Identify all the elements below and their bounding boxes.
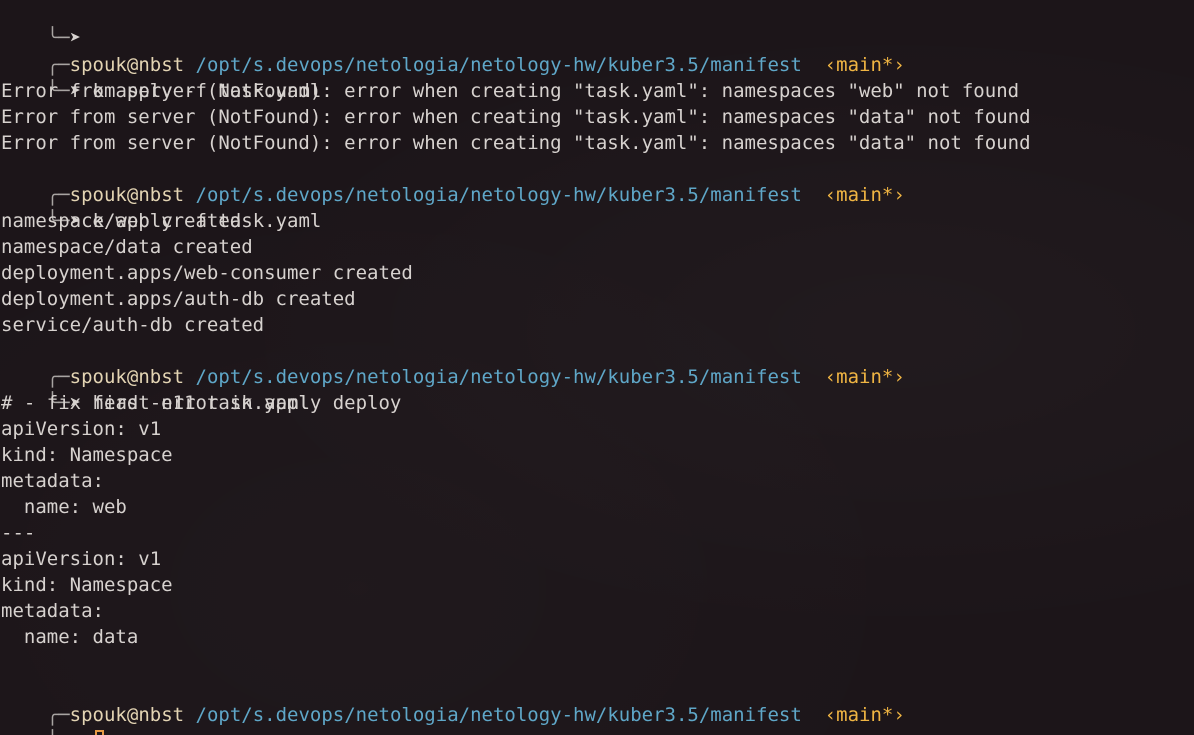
output-line: apiVersion: v1 (1, 548, 162, 570)
command-line: ╰─➤ k apply -f task.yaml (1, 182, 322, 232)
output-line: # - fix first error in apply deploy (1, 392, 402, 414)
text-cursor (94, 730, 104, 735)
prompt-corner-bottom: ╰─ (47, 730, 70, 735)
output-line: --- (1, 522, 36, 544)
prompt-arrow-line-partial: ╰─➤ (1, 0, 81, 49)
output-line: service/auth-db created (1, 314, 265, 336)
output-line: Error from server (NotFound): error when… (1, 80, 1020, 102)
git-branch-badge: ‹main*› (824, 184, 905, 206)
output-line: deployment.apps/web-consumer created (1, 262, 413, 284)
output-line: Error from server (NotFound): error when… (1, 106, 1031, 128)
output-line: name: data (1, 626, 139, 648)
git-branch-badge: ‹main*› (824, 366, 905, 388)
prompt-line: ╭─spouk@nbst /opt/s.devops/netologia/net… (1, 26, 905, 76)
output-line: name: web (1, 496, 127, 518)
command-line: ╰─➤ head -n11 task.yaml (1, 364, 310, 414)
output-line: kind: Namespace (1, 444, 173, 466)
prompt-path: /opt/s.devops/netologia/netology-hw/kube… (195, 704, 802, 726)
git-branch-badge: ‹main*› (824, 54, 905, 76)
output-line: kind: Namespace (1, 574, 173, 596)
prompt-at: @ (126, 704, 139, 726)
command-input-line[interactable]: ╰─➤ (1, 702, 104, 735)
output-line: Error from server (NotFound): error when… (1, 132, 1031, 154)
output-line: deployment.apps/auth-db created (1, 288, 356, 310)
prompt-host: nbst (138, 704, 185, 726)
prompt-line: ╭─spouk@nbst /opt/s.devops/netologia/net… (1, 156, 905, 206)
output-line: metadata: (1, 470, 104, 492)
git-branch-badge: ‹main*› (824, 704, 905, 726)
prompt-line: ╭─spouk@nbst /opt/s.devops/netologia/net… (1, 338, 905, 388)
command-line: ╰─➤ k apply -f task.yaml (1, 52, 322, 102)
output-line: namespace/data created (1, 236, 253, 258)
prompt-arrow-icon: ➤ (70, 730, 81, 735)
output-line: namespace/web created (1, 210, 242, 232)
terminal-window[interactable]: ╰─➤ ╭─spouk@nbst /opt/s.devops/netologia… (0, 0, 1194, 735)
prompt-line: ╭─spouk@nbst /opt/s.devops/netologia/net… (1, 676, 905, 726)
output-line: metadata: (1, 600, 104, 622)
output-line: apiVersion: v1 (1, 418, 162, 440)
